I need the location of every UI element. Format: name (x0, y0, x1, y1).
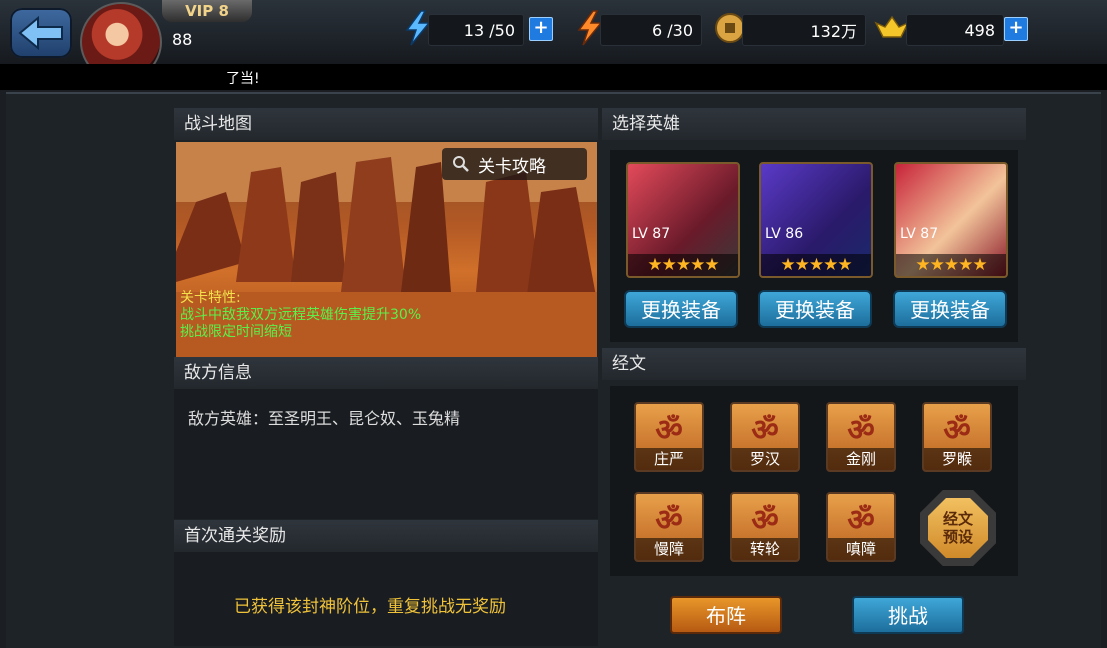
back-arrow-icon (18, 16, 63, 50)
hero-stars: ★★★★★ (896, 254, 1006, 276)
scripture-glyph-icon: ॐ (751, 503, 779, 538)
add-stamina-button[interactable]: + (529, 17, 553, 41)
hero-card[interactable]: LV 87 ★★★★★ (894, 162, 1008, 278)
vip-badge[interactable]: VIP 8 (162, 0, 252, 22)
back-button[interactable] (10, 8, 72, 58)
scripture-slot[interactable]: ॐ 慢障 (634, 492, 704, 562)
ticker-text: 了当! (226, 71, 260, 87)
scripture-slot[interactable]: ॐ 转轮 (730, 492, 800, 562)
scriptures-title: 经文 (602, 348, 1026, 380)
scripture-glyph-icon: ॐ (655, 413, 683, 448)
first-clear-panel: 已获得该封神阶位，重复挑战无奖励 (174, 552, 598, 646)
scripture-glyph-icon: ॐ (847, 503, 875, 538)
trait-line: 挑战限定时间缩短 (180, 324, 292, 340)
change-equipment-button[interactable]: 更换装备 (893, 290, 1007, 328)
scripture-slot[interactable]: ॐ 金刚 (826, 402, 896, 472)
change-equipment-button[interactable]: 更换装备 (624, 290, 738, 328)
hero-card[interactable]: LV 86 ★★★★★ (759, 162, 873, 278)
hero-stars: ★★★★★ (761, 254, 871, 276)
hero-card[interactable]: LV 87 ★★★★★ (626, 162, 740, 278)
stage-guide-button[interactable]: 关卡攻略 (442, 148, 587, 180)
battle-map-title: 战斗地图 (174, 108, 598, 140)
reward-status-text: 已获得该封神阶位，重复挑战无奖励 (234, 597, 506, 617)
formation-button[interactable]: 布阵 (670, 596, 782, 634)
scripture-slot[interactable]: ॐ 嗔障 (826, 492, 896, 562)
first-clear-title: 首次通关奖励 (174, 520, 598, 552)
scripture-label: 罗汉 (732, 448, 798, 470)
scripture-preset-button[interactable]: 经文 预设 (920, 490, 996, 566)
scripture-label: 嗔障 (828, 538, 894, 560)
scripture-label: 慢障 (636, 538, 702, 560)
news-ticker: 了当! (0, 64, 1107, 90)
scripture-glyph-icon: ॐ (751, 413, 779, 448)
scripture-label: 庄严 (636, 448, 702, 470)
preset-text: 经文 预设 (942, 510, 973, 546)
scripture-glyph-icon: ॐ (655, 503, 683, 538)
enemy-heroes-text: 敌方英雄：至圣明王、昆仑奴、玉兔精 (188, 409, 461, 428)
scripture-glyph-icon: ॐ (943, 413, 971, 448)
scripture-glyph-icon: ॐ (847, 413, 875, 448)
coins-counter: 132万 (742, 14, 866, 46)
gold-counter: 498 (906, 14, 1004, 46)
enemy-info-panel: 敌方英雄：至圣明王、昆仑奴、玉兔精 (174, 389, 598, 519)
magnifier-icon (453, 156, 469, 172)
select-hero-title: 选择英雄 (602, 108, 1026, 140)
scripture-label: 罗睺 (924, 448, 990, 470)
scripture-preset-label: 经文 预设 (928, 498, 988, 558)
stage-traits: 关卡特性: 战斗中敌我双方远程英雄伤害提升30% 挑战限定时间缩短 (180, 290, 421, 341)
player-level: 88 (172, 30, 193, 49)
challenge-button[interactable]: 挑战 (852, 596, 964, 634)
scripture-slot[interactable]: ॐ 罗汉 (730, 402, 800, 472)
battle-map-image: 关卡攻略 关卡特性: 战斗中敌我双方远程英雄伤害提升30% 挑战限定时间缩短 (176, 142, 597, 357)
trait-line: 战斗中敌我双方远程英雄伤害提升30% (180, 307, 422, 323)
hero-level: LV 87 (632, 226, 671, 242)
hero-level: LV 87 (900, 226, 939, 242)
scripture-slot[interactable]: ॐ 庄严 (634, 402, 704, 472)
traits-heading: 关卡特性: (180, 290, 241, 306)
scripture-label: 转轮 (732, 538, 798, 560)
add-gold-button[interactable]: + (1004, 17, 1028, 41)
top-bar: VIP 8 88 13 /50 + 6 /30 132万 498 + (0, 0, 1107, 82)
activity-counter: 6 /30 (600, 14, 702, 46)
scripture-label: 金刚 (828, 448, 894, 470)
change-equipment-button[interactable]: 更换装备 (758, 290, 872, 328)
hero-level: LV 86 (765, 226, 804, 242)
stage-guide-label: 关卡攻略 (478, 156, 546, 177)
stamina-counter: 13 /50 (428, 14, 524, 46)
enemy-info-title: 敌方信息 (174, 357, 598, 389)
hero-stars: ★★★★★ (628, 254, 738, 276)
scripture-slot[interactable]: ॐ 罗睺 (922, 402, 992, 472)
